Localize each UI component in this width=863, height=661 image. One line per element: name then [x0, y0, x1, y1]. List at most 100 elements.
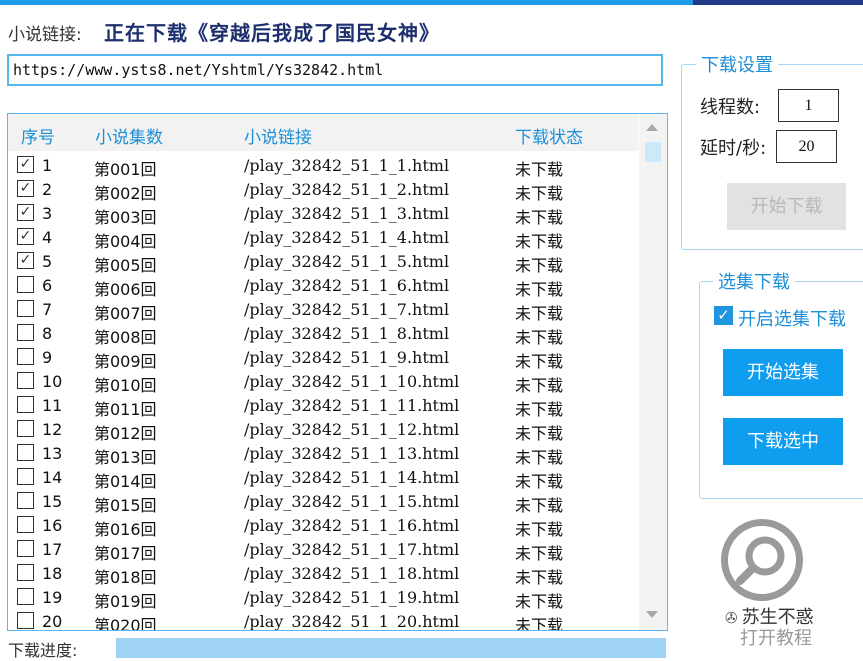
row-index: 15 [42, 492, 63, 511]
row-link: /play_32842_51_1_8.html [244, 324, 450, 343]
row-index: 4 [42, 228, 53, 247]
row-index: 19 [42, 588, 63, 607]
vertical-scrollbar[interactable] [639, 114, 667, 630]
table-row[interactable]: 7 第007回/play_32842_51_1_7.html 未下载 [8, 297, 638, 323]
row-index: 1 [42, 156, 53, 175]
novel-url-input[interactable] [7, 54, 663, 86]
column-header-episode[interactable]: 小说集数 [95, 123, 163, 148]
row-link: /play_32842_51_1_17.html [244, 540, 460, 559]
row-checkbox[interactable]: ✓ [17, 252, 34, 269]
table-row[interactable]: 16 第016回/play_32842_51_1_16.html 未下载 [8, 513, 638, 539]
novel-link-label: 小说链接: [8, 25, 82, 45]
delay-label: 延时/秒: [700, 138, 767, 159]
row-link: /play_32842_51_1_5.html [244, 252, 450, 271]
row-checkbox[interactable] [17, 492, 34, 509]
title-bar-strip [0, 0, 863, 5]
threads-label: 线程数: [700, 97, 761, 118]
table-row[interactable]: ✓ 3 第003回/play_32842_51_1_3.html 未下载 [8, 201, 638, 227]
row-checkbox[interactable] [17, 276, 34, 293]
row-link: /play_32842_51_1_7.html [244, 300, 450, 319]
column-header-status[interactable]: 下载状态 [515, 123, 583, 148]
row-checkbox[interactable] [17, 540, 34, 557]
enable-select-checkbox[interactable]: ✓ [714, 306, 733, 325]
row-checkbox[interactable] [17, 588, 34, 605]
row-link: /play_32842_51_1_16.html [244, 516, 460, 535]
scroll-up-arrow-icon[interactable] [646, 124, 658, 131]
row-index: 7 [42, 300, 53, 319]
scroll-thumb[interactable] [645, 142, 661, 162]
row-link: /play_32842_51_1_19.html [244, 588, 460, 607]
row-checkbox[interactable] [17, 396, 34, 413]
column-header-index[interactable]: 序号 [21, 123, 55, 148]
download-status-title: 正在下载《穿越后我成了国民女神》 [104, 21, 440, 45]
watermark-text: 苏生不惑 [741, 607, 814, 628]
row-checkbox[interactable] [17, 564, 34, 581]
row-status: 未下载 [515, 616, 564, 631]
row-link: /play_32842_51_1_15.html [244, 492, 460, 511]
start-download-button[interactable]: 开始下载 [727, 183, 846, 230]
row-index: 5 [42, 252, 53, 271]
table-row[interactable]: 20 第020回/play_32842_51_1_20.html 未下载 [8, 609, 638, 631]
row-index: 20 [42, 612, 63, 631]
table-row[interactable]: 19 第019回/play_32842_51_1_19.html 未下载 [8, 585, 638, 611]
table-row[interactable]: 12 第012回/play_32842_51_1_12.html 未下载 [8, 417, 638, 443]
table-row[interactable]: ✓ 1 第001回/play_32842_51_1_1.html 未下载 [8, 153, 638, 179]
table-row[interactable]: 8 第008回/play_32842_51_1_8.html 未下载 [8, 321, 638, 347]
download-settings-legend: 下载设置 [696, 51, 778, 77]
row-link: /play_32842_51_1_2.html [244, 180, 450, 199]
table-row[interactable]: 10 第010回/play_32842_51_1_10.html 未下载 [8, 369, 638, 395]
row-index: 2 [42, 180, 53, 199]
scroll-down-arrow-icon[interactable] [646, 611, 658, 618]
row-checkbox[interactable]: ✓ [17, 156, 34, 173]
enable-select-label[interactable]: 开启选集下载 [738, 305, 846, 331]
table-row[interactable]: 14 第014回/play_32842_51_1_14.html 未下载 [8, 465, 638, 491]
list-header: 序号 小说集数 小说链接 下载状态 [8, 114, 638, 151]
row-link: /play_32842_51_1_3.html [244, 204, 450, 223]
row-checkbox[interactable] [17, 612, 34, 629]
row-index: 8 [42, 324, 53, 343]
title-bar-accent [693, 0, 863, 5]
table-row[interactable]: 17 第017回/play_32842_51_1_17.html 未下载 [8, 537, 638, 563]
column-header-link[interactable]: 小说链接 [244, 123, 312, 148]
row-checkbox[interactable] [17, 300, 34, 317]
row-checkbox[interactable] [17, 324, 34, 341]
delay-input[interactable] [776, 130, 837, 163]
start-select-button[interactable]: 开始选集 [723, 349, 843, 396]
episode-list[interactable]: 序号 小说集数 小说链接 下载状态 ✓ 1 第001回/play_32842_51_… [7, 113, 668, 631]
table-row[interactable]: ✓ 5 第005回/play_32842_51_1_5.html 未下载 [8, 249, 638, 275]
row-checkbox[interactable]: ✓ [17, 228, 34, 245]
row-checkbox[interactable] [17, 468, 34, 485]
row-episode: 第020回 [94, 616, 157, 631]
table-row[interactable]: 6 第006回/play_32842_51_1_6.html 未下载 [8, 273, 638, 299]
table-row[interactable]: 13 第013回/play_32842_51_1_13.html 未下载 [8, 441, 638, 467]
table-row[interactable]: 11 第011回/play_32842_51_1_11.html 未下载 [8, 393, 638, 419]
row-index: 13 [42, 444, 63, 463]
row-checkbox[interactable]: ✓ [17, 204, 34, 221]
row-index: 18 [42, 564, 63, 583]
row-link: /play_32842_51_1_9.html [244, 348, 450, 367]
watermark: ✇ 苏生不惑 [725, 603, 814, 629]
row-link: /play_32842_51_1_4.html [244, 228, 450, 247]
row-checkbox[interactable] [17, 372, 34, 389]
row-link: /play_32842_51_1_18.html [244, 564, 460, 583]
row-index: 6 [42, 276, 53, 295]
row-checkbox[interactable] [17, 348, 34, 365]
threads-input[interactable] [778, 89, 839, 122]
row-link: /play_32842_51_1_13.html [244, 444, 460, 463]
table-row[interactable]: ✓ 2 第002回/play_32842_51_1_2.html 未下载 [8, 177, 638, 203]
progress-bar [116, 638, 666, 658]
table-row[interactable]: ✓ 4 第004回/play_32842_51_1_4.html 未下载 [8, 225, 638, 251]
table-row[interactable]: 18 第018回/play_32842_51_1_18.html 未下载 [8, 561, 638, 587]
row-checkbox[interactable] [17, 516, 34, 533]
row-checkbox[interactable]: ✓ [17, 180, 34, 197]
row-checkbox[interactable] [17, 420, 34, 437]
table-row[interactable]: 15 第015回/play_32842_51_1_15.html 未下载 [8, 489, 638, 515]
download-selected-button[interactable]: 下载选中 [723, 418, 843, 465]
row-index: 11 [42, 396, 63, 415]
row-index: 12 [42, 420, 63, 439]
row-checkbox[interactable] [17, 444, 34, 461]
row-link: /play_32842_51_1_6.html [244, 276, 450, 295]
row-link: /play_32842_51_1_14.html [244, 468, 460, 487]
table-row[interactable]: 9 第009回/play_32842_51_1_9.html 未下载 [8, 345, 638, 371]
row-index: 3 [42, 204, 53, 223]
